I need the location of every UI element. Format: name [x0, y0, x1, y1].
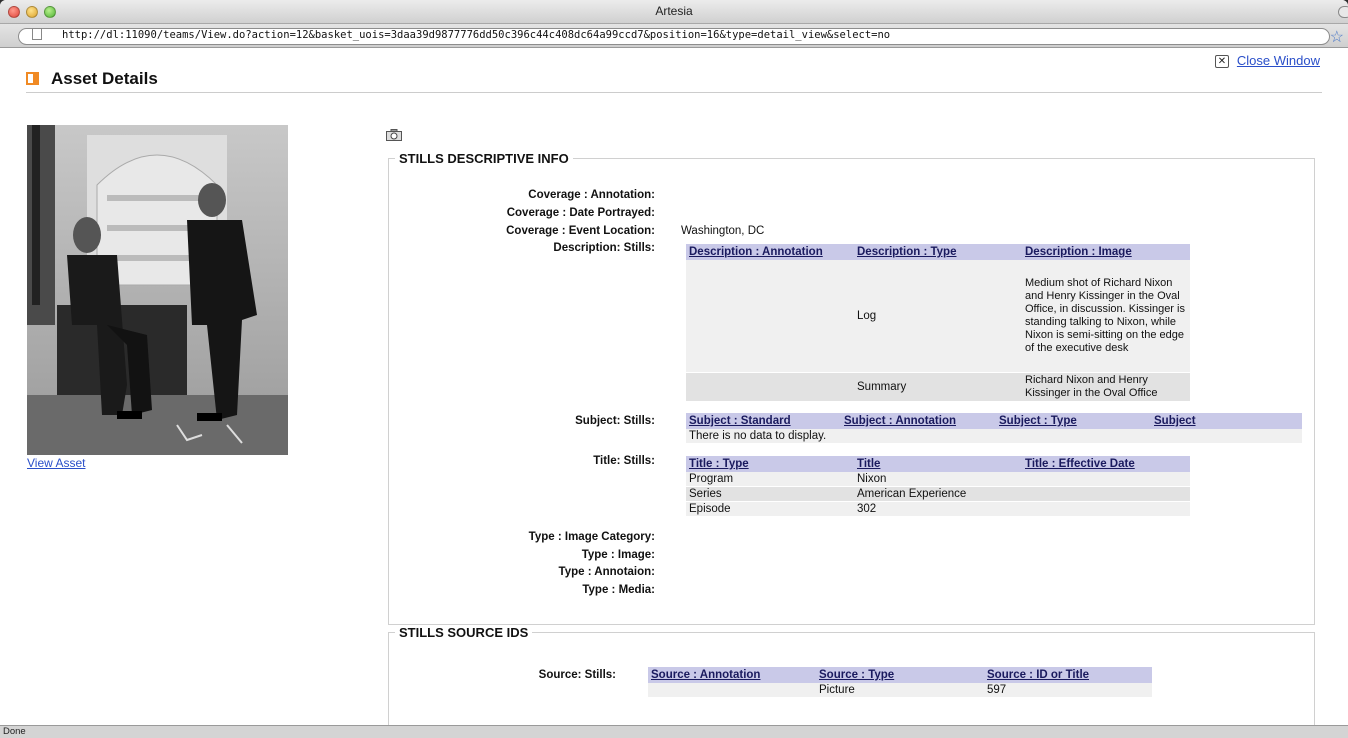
column-header[interactable]: Subject — [1151, 413, 1302, 429]
type-image-label: Type : Image: — [581, 549, 655, 561]
column-header[interactable]: Subject : Annotation — [841, 413, 996, 429]
coverage-location-value: Washington, DC — [681, 225, 765, 237]
table-row: Log Medium shot of Richard Nixon and Hen… — [686, 260, 1190, 373]
title-bar: Artesia — [0, 0, 1348, 24]
type-media-label: Type : Media: — [582, 584, 655, 596]
title-stills-label: Title: Stills: — [593, 455, 655, 467]
asset-details-icon — [26, 72, 39, 85]
table-cell — [686, 372, 854, 402]
column-header[interactable]: Description : Type — [854, 244, 1022, 260]
table-cell: Log — [854, 260, 1022, 373]
column-header[interactable]: Source : Annotation — [648, 667, 816, 683]
section-title: STILLS DESCRIPTIVE INFO — [399, 151, 569, 166]
url-text[interactable]: http://dl:11090/teams/View.do?action=12&… — [62, 29, 890, 41]
column-header[interactable]: Subject : Type — [996, 413, 1151, 429]
description-table: Description : Annotation Description : T… — [686, 244, 1190, 402]
coverage-location-label: Coverage : Event Location: — [506, 225, 655, 237]
title-table: Title : Type Title Title : Effective Dat… — [686, 456, 1190, 517]
table-cell: Series — [686, 486, 854, 502]
title-divider — [26, 92, 1322, 93]
table-cell: Nixon — [854, 472, 1022, 487]
table-cell — [1022, 472, 1190, 487]
table-cell — [1022, 486, 1190, 502]
toolbar-toggle-button[interactable] — [1338, 6, 1348, 18]
page-title-text: Asset Details — [51, 69, 158, 88]
page-icon — [32, 28, 42, 40]
subject-stills-label: Subject: Stills: — [575, 415, 655, 427]
description-stills-label: Description: Stills: — [553, 242, 655, 254]
table-row: There is no data to display. — [686, 429, 1302, 444]
table-cell: Episode — [686, 501, 854, 517]
column-header[interactable]: Source : Type — [816, 667, 984, 683]
subject-table: Subject : Standard Subject : Annotation … — [686, 413, 1302, 444]
column-header[interactable]: Title — [854, 456, 1022, 472]
status-bar: Done — [0, 725, 1348, 738]
browser-window: Artesia http://dl:11090/teams/View.do?ac… — [0, 0, 1348, 738]
coverage-annotation-label: Coverage : Annotation: — [528, 189, 655, 201]
empty-message: There is no data to display. — [686, 429, 1302, 444]
type-image-category-label: Type : Image Category: — [528, 531, 655, 543]
table-row: Summary Richard Nixon and Henry Kissinge… — [686, 372, 1190, 402]
photo-image — [27, 125, 288, 455]
table-cell — [1022, 501, 1190, 517]
table-cell — [648, 683, 816, 698]
window-title: Artesia — [655, 4, 693, 18]
column-header[interactable]: Title : Effective Date — [1022, 456, 1190, 472]
table-cell: Program — [686, 472, 854, 487]
column-header[interactable]: Description : Image — [1022, 244, 1190, 260]
column-header[interactable]: Title : Type — [686, 456, 854, 472]
coverage-date-label: Coverage : Date Portrayed: — [506, 207, 655, 219]
table-row: Episode 302 — [686, 501, 1190, 517]
table-cell: American Experience — [854, 486, 1022, 502]
table-cell: Richard Nixon and Henry Kissinger in the… — [1022, 372, 1190, 402]
camera-icon[interactable] — [386, 129, 402, 141]
table-row: Series American Experience — [686, 486, 1190, 502]
column-header[interactable]: Description : Annotation — [686, 244, 854, 260]
bookmark-star-icon[interactable]: ☆ — [1330, 27, 1344, 47]
table-cell: 302 — [854, 501, 1022, 517]
view-asset-link[interactable]: View Asset — [27, 456, 85, 470]
close-window-link[interactable]: Close Window — [1237, 53, 1320, 68]
source-stills-label: Source: Stills: — [538, 669, 616, 681]
close-window-control[interactable]: ✕ Close Window — [1214, 53, 1320, 69]
page-title: Asset Details — [26, 69, 158, 89]
column-header[interactable]: Source : ID or Title — [984, 667, 1152, 683]
source-table: Source : Annotation Source : Type Source… — [648, 667, 1152, 698]
page-content: ✕ Close Window Asset Details View Asset … — [0, 49, 1348, 738]
close-box-icon[interactable]: ✕ — [1214, 55, 1229, 69]
table-row: Picture 597 — [648, 683, 1152, 698]
type-annotation-label: Type : Annotaion: — [558, 566, 655, 578]
table-row: Program Nixon — [686, 472, 1190, 487]
asset-thumbnail[interactable] — [27, 125, 288, 455]
table-cell: Picture — [816, 683, 984, 698]
table-cell: 597 — [984, 683, 1152, 698]
table-cell: Medium shot of Richard Nixon and Henry K… — [1022, 260, 1190, 373]
table-cell — [686, 260, 854, 373]
section-title: STILLS SOURCE IDS — [399, 625, 529, 640]
column-header[interactable]: Subject : Standard — [686, 413, 841, 429]
table-cell: Summary — [854, 372, 1022, 402]
